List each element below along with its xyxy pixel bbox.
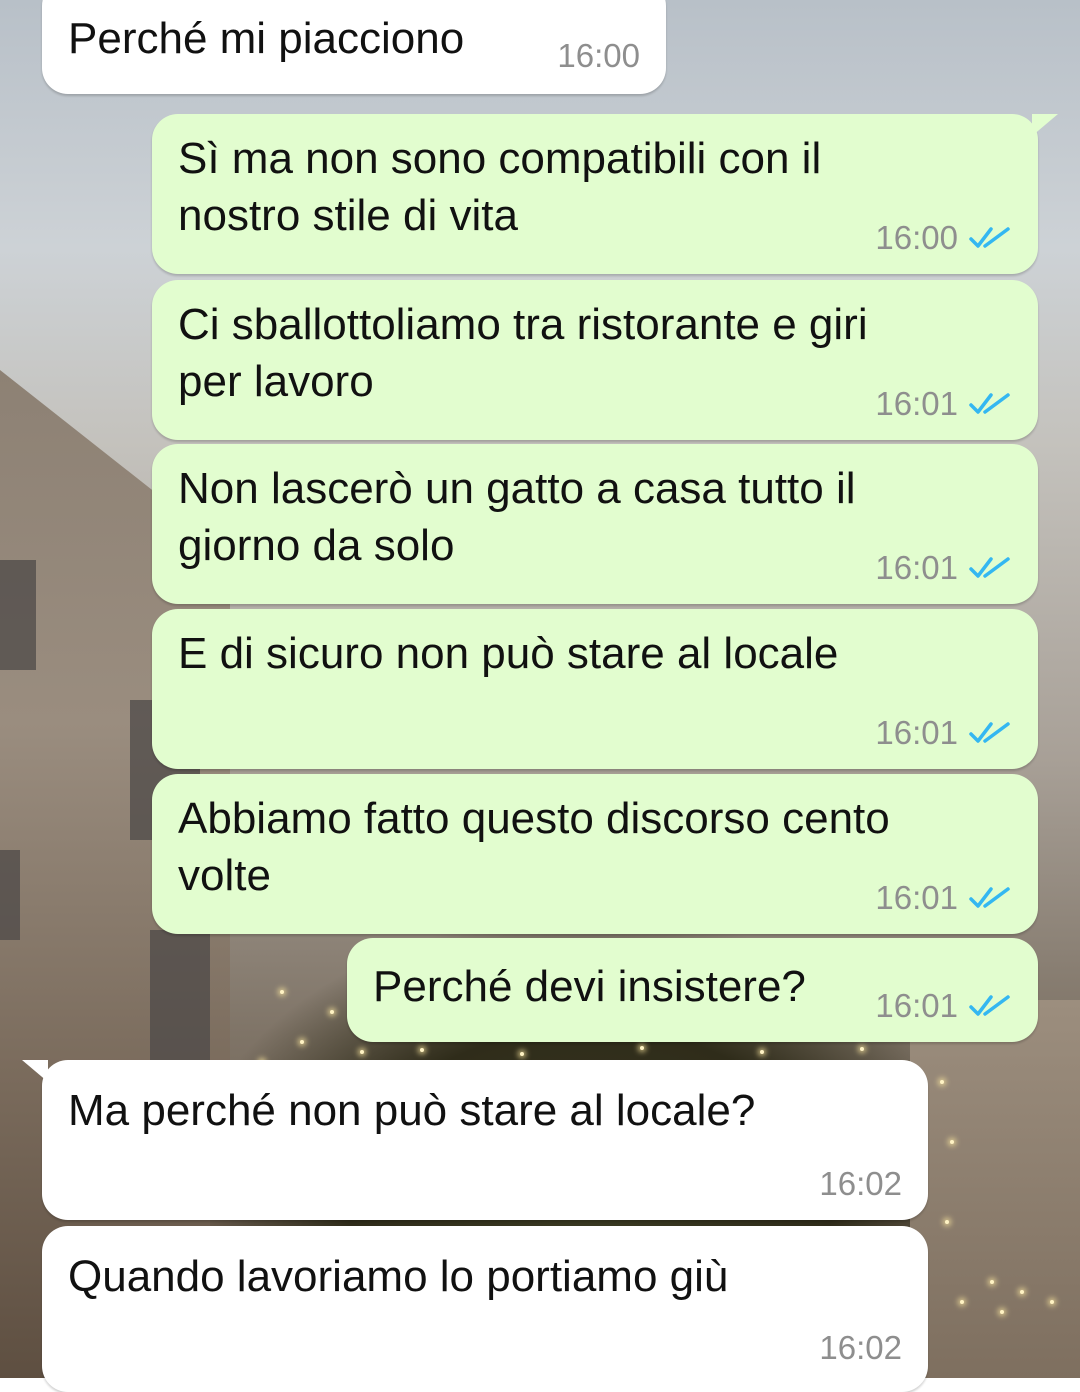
message-time: 16:01 (875, 987, 958, 1024)
message-meta: 16:00 (875, 218, 1012, 258)
message-meta: 16:01 (875, 986, 1012, 1026)
message-text: Quando lavoriamo lo portiamo giù (68, 1252, 729, 1301)
message-time: 16:02 (819, 1329, 902, 1366)
message-bubble-outgoing[interactable]: Ci sballottoliamo tra ristorante e giri … (152, 280, 1038, 440)
double-check-icon (969, 995, 1010, 1016)
message-text: Non lascerò un gatto a casa tutto il gio… (178, 464, 856, 570)
message-text: Perché devi insistere? (373, 962, 806, 1011)
message-text: Ci sballottoliamo tra ristorante e giri … (178, 300, 868, 406)
message-meta: 16:02 (819, 1164, 902, 1204)
message-time: 16:00 (557, 37, 640, 74)
double-check-icon (969, 722, 1010, 743)
message-meta: 16:00 (557, 36, 640, 76)
message-text: Perché mi piacciono (68, 14, 465, 63)
message-text: E di sicuro non può stare al locale (178, 629, 839, 678)
message-meta: 16:01 (875, 713, 1012, 753)
message-time: 16:01 (875, 879, 958, 916)
double-check-icon (969, 887, 1010, 908)
message-bubble-incoming[interactable]: Quando lavoriamo lo portiamo giù 16:02 (42, 1226, 928, 1392)
message-meta: 16:02 (819, 1328, 902, 1368)
bubble-tail (22, 1060, 48, 1082)
message-bubble-outgoing[interactable]: Sì ma non sono compatibili con il nostro… (152, 114, 1058, 274)
message-time: 16:00 (875, 219, 958, 256)
message-meta: 16:01 (875, 548, 1012, 588)
message-time: 16:01 (875, 385, 958, 422)
message-text: Ma perché non può stare al locale? (68, 1086, 756, 1135)
message-bubble-outgoing[interactable]: Perché devi insistere? 16:01 (347, 938, 1038, 1042)
message-bubble-outgoing[interactable]: E di sicuro non può stare al locale 16:0… (152, 609, 1038, 769)
message-meta: 16:01 (875, 878, 1012, 918)
message-meta: 16:01 (875, 384, 1012, 424)
message-bubble-outgoing[interactable]: Non lascerò un gatto a casa tutto il gio… (152, 444, 1038, 604)
message-bubble-outgoing[interactable]: Abbiamo fatto questo discorso cento volt… (152, 774, 1038, 934)
message-text: Sì ma non sono compatibili con il nostro… (178, 134, 822, 240)
message-bubble-incoming[interactable]: Ma perché non può stare al locale? 16:02 (22, 1060, 928, 1220)
double-check-icon (969, 557, 1010, 578)
message-time: 16:02 (819, 1165, 902, 1202)
double-check-icon (969, 227, 1010, 248)
message-time: 16:01 (875, 714, 958, 751)
message-list[interactable]: Perché mi piacciono 16:00 Sì ma non sono… (0, 0, 1080, 1392)
double-check-icon (969, 393, 1010, 414)
bubble-tail (1032, 114, 1058, 136)
message-bubble-incoming[interactable]: Perché mi piacciono 16:00 (42, 0, 666, 94)
message-time: 16:01 (875, 549, 958, 586)
message-text: Abbiamo fatto questo discorso cento volt… (178, 794, 890, 900)
